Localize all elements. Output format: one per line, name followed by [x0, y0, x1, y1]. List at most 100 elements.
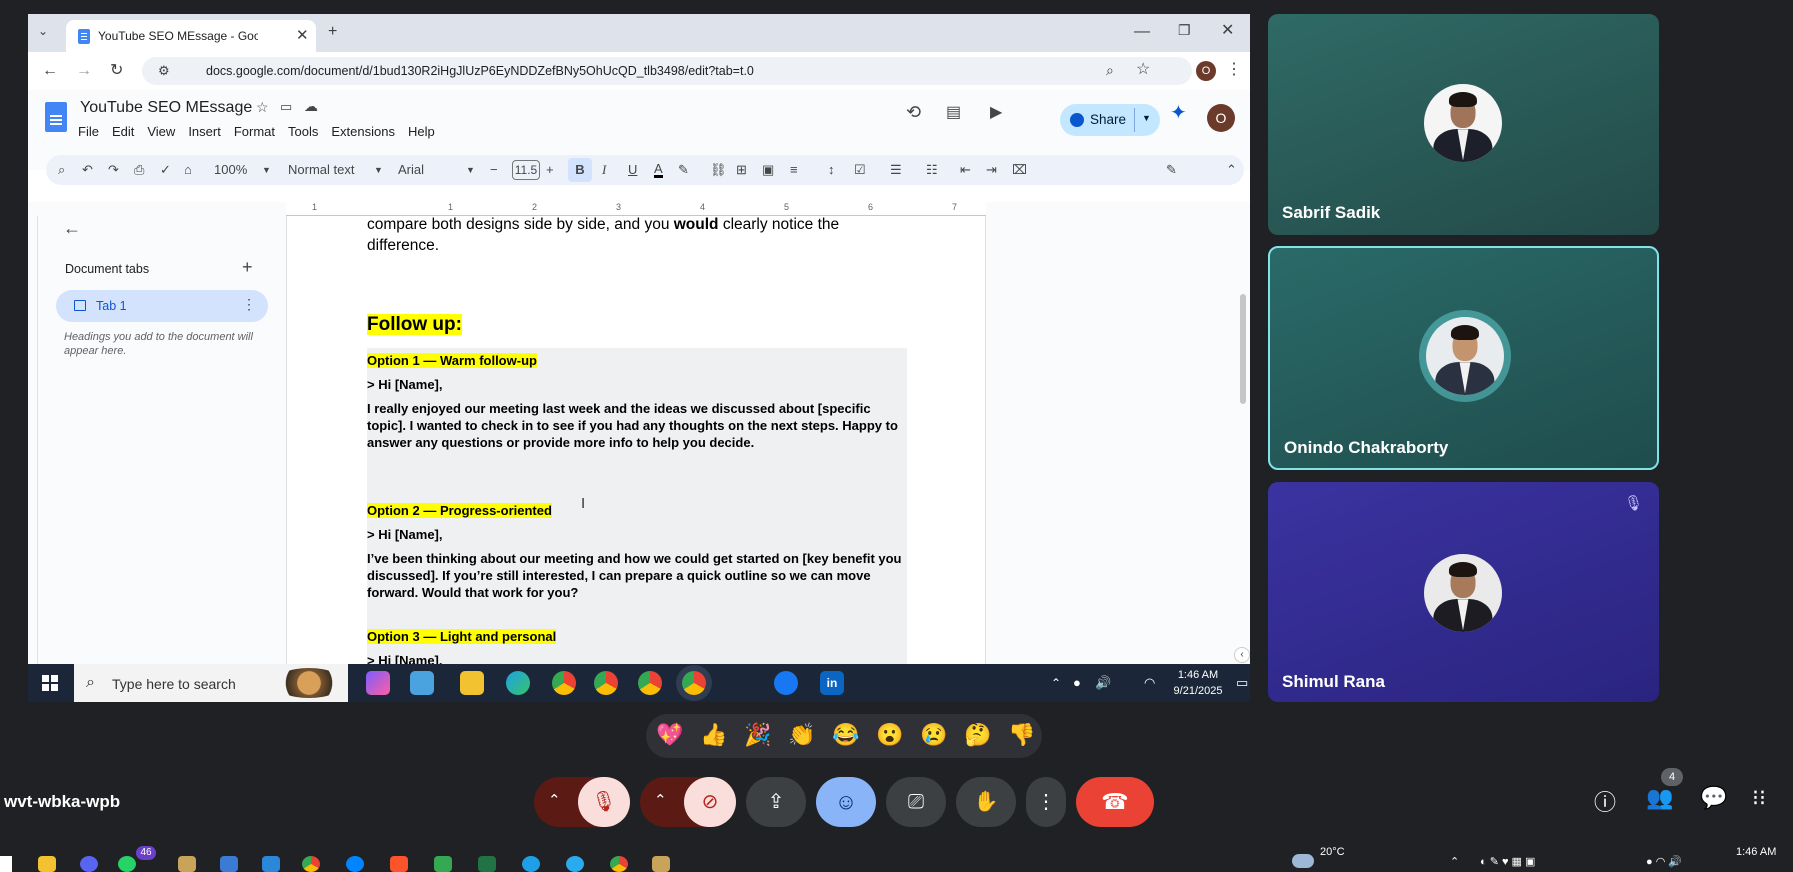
tray-wifi-icon[interactable]: ◠: [1144, 675, 1155, 691]
mic-off-button[interactable]: 🎙: [578, 777, 630, 827]
share-button[interactable]: Share ▼: [1060, 104, 1160, 136]
tray-volume-icon[interactable]: 🔊: [1095, 675, 1111, 691]
more-options-button[interactable]: ⋮: [1026, 777, 1066, 827]
participant-tile-1[interactable]: Sabrif Sadik: [1268, 14, 1659, 235]
zoom-dropdown-icon[interactable]: ▼: [262, 165, 271, 175]
reaction-surprised[interactable]: 😮: [876, 722, 903, 748]
increase-indent-icon[interactable]: ⇥: [986, 162, 997, 178]
meeting-details-icon[interactable]: ⓘ: [1594, 785, 1616, 817]
browser-menu-icon[interactable]: ⋮: [1226, 62, 1242, 78]
text-color-button[interactable]: A: [654, 162, 663, 178]
taskbar-search[interactable]: ⌕ Type here to search: [74, 664, 348, 702]
chrome-icon[interactable]: [552, 671, 576, 695]
host-explorer-icon[interactable]: [38, 856, 56, 872]
document-scrollbar[interactable]: [1240, 294, 1246, 404]
menu-insert[interactable]: Insert: [188, 124, 221, 139]
host-tray-apps-icon[interactable]: ◐ ✎ ♥ ▦ ▣: [1480, 855, 1535, 868]
tab-list-chevron-icon[interactable]: ⌄: [38, 25, 48, 37]
browser-tab-active[interactable]: YouTube SEO MEssage - Googl ✕: [66, 20, 316, 52]
font-size-input[interactable]: 11.5: [512, 160, 540, 180]
font-select[interactable]: Arial: [398, 162, 424, 177]
star-icon[interactable]: ☆: [256, 99, 269, 116]
activities-icon[interactable]: ⁝⁝: [1752, 785, 1766, 811]
word-icon[interactable]: [220, 856, 238, 872]
store-icon[interactable]: [262, 856, 280, 872]
chat-icon[interactable]: 💬: [1700, 785, 1727, 811]
host-app-icon[interactable]: [178, 856, 196, 872]
bulleted-list-icon[interactable]: ☰: [890, 162, 902, 178]
spellcheck-icon[interactable]: ✓: [160, 162, 171, 178]
clear-formatting-icon[interactable]: ⌧: [1012, 162, 1027, 178]
share-dropdown-icon[interactable]: ▼: [1142, 113, 1151, 123]
font-dropdown-icon[interactable]: ▼: [466, 165, 475, 175]
forward-icon[interactable]: →: [76, 63, 92, 79]
close-window-icon[interactable]: ✕: [1221, 23, 1234, 39]
host-chrome-2-icon[interactable]: [610, 856, 628, 872]
zoom-select[interactable]: 100%: [214, 162, 247, 177]
docs-logo-icon[interactable]: [45, 102, 67, 132]
underline-button[interactable]: U: [628, 162, 637, 177]
reaction-sparkling-heart[interactable]: 💖: [656, 722, 683, 748]
line-spacing-icon[interactable]: ↕: [828, 162, 835, 177]
menu-file[interactable]: File: [78, 124, 99, 139]
reaction-thumbs-down[interactable]: 👎: [1008, 722, 1035, 748]
host-app-2-icon[interactable]: [652, 856, 670, 872]
insert-link-icon[interactable]: ⛓: [710, 162, 727, 178]
reaction-thinking[interactable]: 🤔: [964, 722, 991, 748]
bold-button[interactable]: B: [568, 158, 592, 182]
messenger-icon[interactable]: [346, 856, 364, 872]
browser-profile-avatar[interactable]: O: [1196, 61, 1216, 81]
site-info-icon[interactable]: ⚙: [158, 63, 170, 79]
print-icon[interactable]: ⎙: [134, 162, 144, 178]
discord-icon[interactable]: [80, 856, 98, 872]
document-page[interactable]: compare both designs side by side, and y…: [286, 216, 986, 702]
host-edge-icon[interactable]: [522, 856, 540, 872]
menu-extensions[interactable]: Extensions: [331, 124, 395, 139]
align-left-icon[interactable]: ≡: [790, 162, 798, 177]
host-tray-chevron-icon[interactable]: ⌃: [1450, 855, 1459, 868]
omnibox[interactable]: ⚙ docs.google.com/document/d/1bud130R2iH…: [142, 57, 1192, 85]
host-start-icon[interactable]: [0, 856, 12, 872]
style-select[interactable]: Normal text: [288, 162, 354, 177]
sheets-icon[interactable]: [434, 856, 452, 872]
windows-start-icon[interactable]: [42, 675, 58, 691]
menu-format[interactable]: Format: [234, 124, 275, 139]
hide-menus-icon[interactable]: ⌃: [1226, 162, 1237, 178]
minimize-window-icon[interactable]: —: [1134, 24, 1150, 40]
photos-app-icon[interactable]: [410, 671, 434, 695]
search-menus-icon[interactable]: ⌕: [58, 162, 65, 178]
reaction-joy[interactable]: 😂: [832, 722, 859, 748]
camera-options-chevron-icon[interactable]: ⌃: [654, 791, 667, 809]
excel-icon[interactable]: [478, 856, 496, 872]
menu-view[interactable]: View: [147, 124, 175, 139]
edge-icon[interactable]: [506, 671, 530, 695]
side-panel-toggle-icon[interactable]: ‹: [1234, 647, 1250, 663]
chrome-profile-3-icon[interactable]: [638, 671, 662, 695]
notification-icon[interactable]: ▭: [1236, 675, 1248, 691]
insert-image-icon[interactable]: ▣: [762, 162, 774, 178]
copilot-icon[interactable]: [366, 671, 390, 695]
tray-mic-icon[interactable]: ●: [1073, 675, 1081, 690]
paint-format-icon[interactable]: ⌂: [184, 162, 192, 177]
tray-chevron-icon[interactable]: ⌃: [1051, 676, 1061, 690]
brave-icon[interactable]: [390, 856, 408, 872]
editing-mode-icon[interactable]: ✎: [1166, 162, 1177, 178]
back-icon[interactable]: ←: [42, 63, 58, 79]
linkedin-icon[interactable]: in: [820, 671, 844, 695]
participant-tile-2-active-speaker[interactable]: Onindo Chakraborty: [1268, 246, 1659, 470]
comments-icon[interactable]: ▤: [946, 102, 961, 122]
leave-call-button[interactable]: ☎: [1076, 777, 1154, 827]
highlight-color-icon[interactable]: ✎: [678, 162, 689, 178]
reload-icon[interactable]: ↻: [110, 63, 123, 79]
taskbar-time[interactable]: 1:46 AM: [1168, 669, 1228, 681]
host-time[interactable]: 1:46 AM: [1736, 846, 1776, 858]
style-dropdown-icon[interactable]: ▼: [374, 165, 383, 175]
raise-hand-button[interactable]: ✋: [956, 777, 1016, 827]
move-folder-icon[interactable]: ▭: [280, 99, 292, 115]
menu-help[interactable]: Help: [408, 124, 435, 139]
present-screen-button[interactable]: ⇪: [746, 777, 806, 827]
new-tab-icon[interactable]: +: [328, 24, 337, 40]
host-tray-sys-icon[interactable]: ● ◠ 🔊: [1646, 855, 1682, 868]
camera-off-button[interactable]: ⊘: [684, 777, 736, 827]
account-avatar[interactable]: O: [1207, 104, 1235, 132]
